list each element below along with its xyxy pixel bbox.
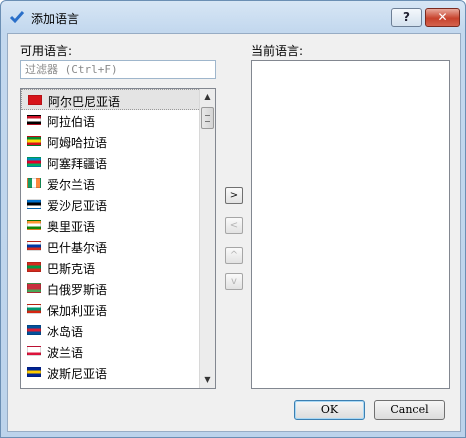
dialog-body: 可用语言: 当前语言: 过滤器 (Ctrl+F) 阿尔巴尼亚语 阿拉伯语阿姆哈拉语… (7, 33, 461, 432)
flag-icon (27, 346, 41, 356)
window-title: 添加语言 (31, 12, 80, 26)
list-item[interactable]: 保加利亚语 (21, 299, 215, 320)
close-button[interactable]: ✕ (425, 8, 460, 27)
list-item[interactable]: 阿拉伯语 (21, 110, 215, 131)
move-up-button[interactable]: ^ (225, 247, 243, 264)
list-item[interactable]: 波斯语 (21, 383, 215, 389)
flag-icon (27, 178, 41, 188)
cancel-button[interactable]: Cancel (374, 400, 445, 420)
list-item-label: 冰岛语 (47, 325, 84, 339)
list-item[interactable]: 冰岛语 (21, 320, 215, 341)
available-languages-label: 可用语言: (20, 44, 73, 58)
scroll-down-arrow-icon[interactable]: ▼ (200, 372, 215, 388)
list-item[interactable]: 白俄罗斯语 (21, 278, 215, 299)
list-item[interactable]: 阿尔巴尼亚语 (21, 89, 215, 110)
available-languages-list[interactable]: 阿尔巴尼亚语 阿拉伯语阿姆哈拉语阿塞拜疆语爱尔兰语爱沙尼亚语奥里亚语巴什基尔语巴斯… (20, 88, 216, 389)
list-item[interactable]: 阿姆哈拉语 (21, 131, 215, 152)
scroll-up-arrow-icon[interactable]: ▲ (200, 89, 215, 105)
flag-icon (27, 157, 41, 167)
flag-icon (27, 325, 41, 335)
add-language-button[interactable]: > (225, 187, 243, 204)
list-item[interactable]: 波兰语 (21, 341, 215, 362)
flag-icon (27, 136, 41, 146)
list-item-label: 白俄罗斯语 (47, 283, 108, 297)
list-item[interactable]: 巴什基尔语 (21, 236, 215, 257)
list-item-label: 阿姆哈拉语 (47, 136, 108, 150)
checkmark-icon (9, 11, 25, 24)
current-languages-label: 当前语言: (251, 44, 304, 58)
list-item-label: 巴什基尔语 (47, 241, 108, 255)
list-item-label: 巴斯克语 (47, 262, 96, 276)
scroll-thumb[interactable] (201, 107, 214, 129)
flag-icon (28, 95, 42, 105)
flag-icon (27, 304, 41, 314)
list-item[interactable]: 阿塞拜疆语 (21, 152, 215, 173)
remove-language-button[interactable]: < (225, 217, 243, 234)
list-item-label: 爱沙尼亚语 (47, 199, 108, 213)
list-item[interactable]: 波斯尼亚语 (21, 362, 215, 383)
list-item-label: 波斯语 (47, 386, 83, 388)
flag-icon (27, 262, 41, 272)
flag-icon (27, 388, 41, 389)
flag-icon (27, 367, 41, 377)
list-item-label: 爱尔兰语 (47, 178, 96, 192)
list-item[interactable]: 爱尔兰语 (21, 173, 215, 194)
flag-icon (27, 220, 41, 230)
list-item[interactable]: 巴斯克语 (21, 257, 215, 278)
flag-icon (27, 199, 41, 209)
list-item-label: 阿塞拜疆语 (47, 157, 108, 171)
add-language-dialog: 添加语言 ? ✕ 可用语言: 当前语言: 过滤器 (Ctrl+F) 阿尔巴尼亚语… (0, 0, 466, 438)
flag-icon (27, 283, 41, 293)
list-item-label: 波兰语 (47, 346, 84, 360)
flag-icon (27, 241, 41, 251)
flag-icon (27, 115, 41, 125)
vertical-scrollbar[interactable]: ▲ ▼ (199, 89, 215, 388)
current-languages-list[interactable] (251, 60, 450, 389)
list-item[interactable]: 爱沙尼亚语 (21, 194, 215, 215)
list-item-label: 阿拉伯语 (47, 115, 96, 129)
list-item[interactable]: 奥里亚语 (21, 215, 215, 236)
list-item-label: 阿尔巴尼亚语 (48, 95, 121, 109)
move-down-button[interactable]: v (225, 273, 243, 290)
help-button[interactable]: ? (391, 8, 422, 27)
title-bar: 添加语言 ? ✕ (1, 1, 465, 33)
list-item-label: 保加利亚语 (47, 304, 108, 318)
list-item-label: 波斯尼亚语 (47, 367, 108, 381)
filter-input[interactable]: 过滤器 (Ctrl+F) (20, 60, 216, 79)
ok-button[interactable]: OK (294, 400, 365, 420)
list-item-label: 奥里亚语 (47, 220, 96, 234)
